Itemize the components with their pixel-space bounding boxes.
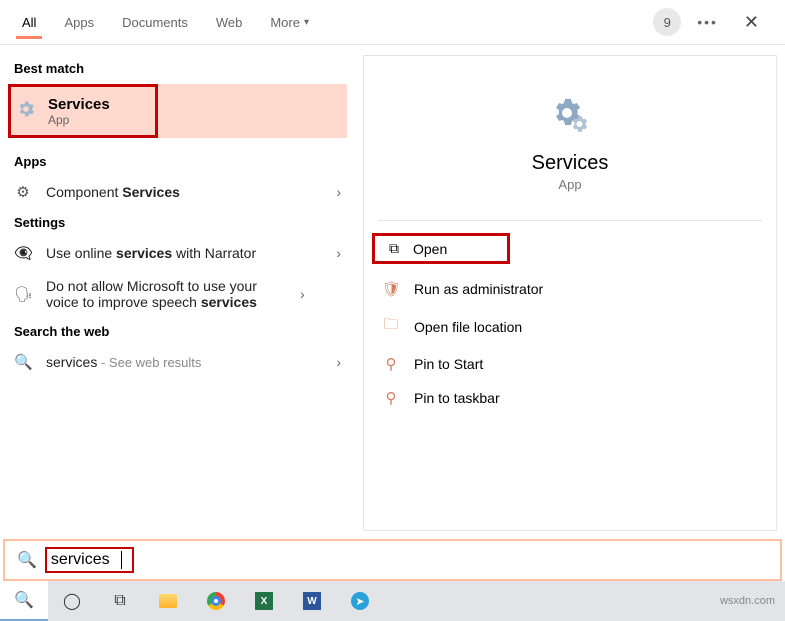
preview-panel: Services App ⧉ Open 🛡 Run as administrat… [363, 55, 777, 531]
section-web: Search the web [0, 318, 355, 345]
services-app-icon [546, 94, 594, 142]
notification-badge[interactable]: 9 [653, 8, 681, 36]
search-input[interactable] [51, 551, 121, 569]
action-open[interactable]: ⧉ Open [372, 233, 510, 264]
watermark: wsxdn.com [720, 595, 785, 607]
pin-icon: ⚲ [382, 389, 400, 407]
tab-documents[interactable]: Documents [108, 0, 202, 45]
tab-apps[interactable]: Apps [50, 0, 108, 45]
results-panel: Best match Services App Apps ⚙ Component… [0, 45, 355, 535]
best-match-subtitle: App [48, 113, 110, 127]
chevron-right-icon: › [336, 184, 341, 200]
section-best-match: Best match [0, 55, 355, 82]
action-pin-to-start[interactable]: ⚲ Pin to Start [364, 347, 776, 381]
taskbar: 🔍 ◯ ⧉ X W ➤ wsxdn.com [0, 581, 785, 621]
speech-icon: 🗣 [14, 285, 32, 303]
taskbar-file-explorer[interactable] [144, 581, 192, 621]
taskbar-cortana-button[interactable]: ◯ [48, 581, 96, 621]
result-web-search[interactable]: 🔍 services - See web results › [0, 345, 355, 379]
chevron-right-icon: › [336, 354, 341, 370]
component-services-icon: ⚙ [14, 183, 32, 201]
preview-title: Services [364, 152, 776, 175]
best-match-result[interactable]: Services App [8, 84, 347, 138]
best-match-title: Services [48, 96, 110, 113]
taskbar-telegram[interactable]: ➤ [336, 581, 384, 621]
action-run-as-admin[interactable]: 🛡 Run as administrator [364, 272, 776, 306]
pin-icon: ⚲ [382, 355, 400, 373]
chevron-right-icon: › [300, 286, 305, 302]
section-settings: Settings [0, 209, 355, 236]
taskbar-taskview-button[interactable]: ⧉ [96, 581, 144, 621]
search-bar[interactable]: 🔍 [3, 539, 782, 581]
preview-subtitle: App [364, 177, 776, 192]
taskbar-search-button[interactable]: 🔍 [0, 581, 48, 621]
gear-icon [16, 99, 36, 124]
taskbar-chrome[interactable] [192, 581, 240, 621]
chevron-down-icon: ▾ [304, 17, 309, 28]
close-button[interactable]: ✕ [734, 12, 769, 33]
taskbar-excel[interactable]: X [240, 581, 288, 621]
search-icon: 🔍 [11, 550, 43, 570]
result-speech-services[interactable]: 🗣 Do not allow Microsoft to use your voi… [0, 270, 355, 318]
folder-icon: 🗀 [382, 314, 400, 339]
chevron-right-icon: › [336, 245, 341, 261]
search-tabs: All Apps Documents Web More▾ 9 ••• ✕ [0, 0, 785, 45]
tab-more[interactable]: More▾ [256, 0, 323, 45]
tab-all[interactable]: All [8, 0, 50, 45]
action-open-file-location[interactable]: 🗀 Open file location [364, 306, 776, 347]
taskbar-word[interactable]: W [288, 581, 336, 621]
separator [378, 220, 762, 221]
section-apps: Apps [0, 148, 355, 175]
result-narrator-services[interactable]: 👁‍🗨 Use online services with Narrator › [0, 236, 355, 270]
action-pin-to-taskbar[interactable]: ⚲ Pin to taskbar [364, 381, 776, 415]
tab-web[interactable]: Web [202, 0, 257, 45]
result-component-services[interactable]: ⚙ Component Services › [0, 175, 355, 209]
open-icon: ⧉ [389, 240, 399, 257]
text-cursor [121, 551, 122, 569]
search-icon: 🔍 [14, 353, 32, 371]
admin-icon: 🛡 [382, 280, 400, 298]
narrator-icon: 👁‍🗨 [14, 244, 32, 262]
more-options-button[interactable]: ••• [689, 14, 726, 30]
